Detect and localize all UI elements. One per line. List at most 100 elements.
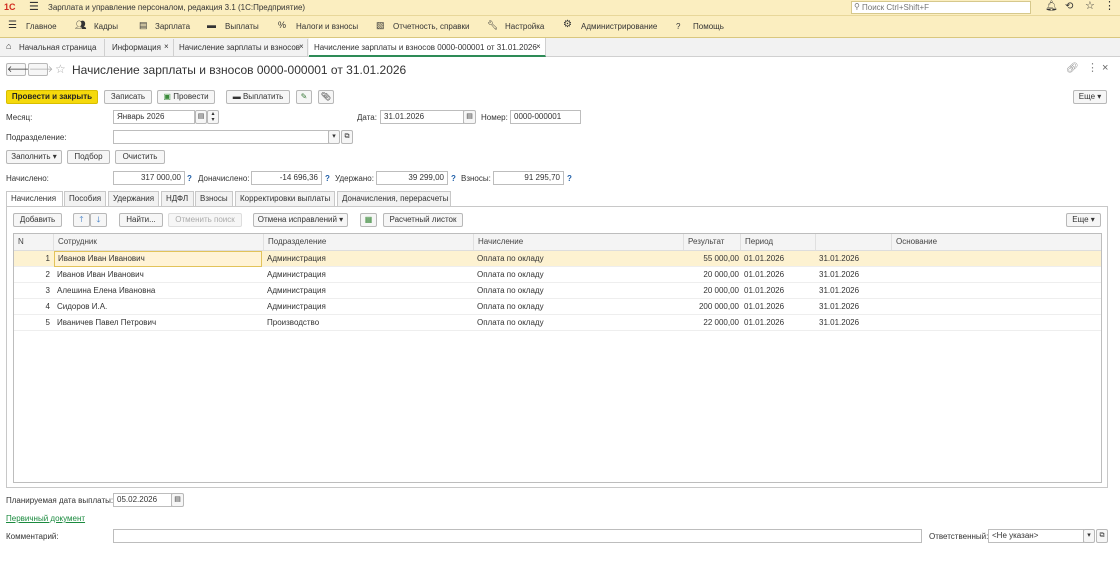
tab-recalculations[interactable]: Доначисления, перерасчеты xyxy=(337,191,451,206)
date-calendar-button[interactable]: ▤ xyxy=(463,110,476,124)
primary-document-link[interactable]: Первичный документ xyxy=(6,515,85,523)
menu-item-payments[interactable]: Выплаты xyxy=(225,23,259,31)
cancel-search-button[interactable]: Отменить поиск xyxy=(168,213,242,227)
attach-button[interactable]: 📎︎ xyxy=(318,90,334,104)
tab-payroll-doc[interactable]: Начисление зарплаты и взносов 0000-00000… xyxy=(309,38,546,57)
table-row[interactable]: 5 Иваничев Павел Петрович Производство О… xyxy=(14,315,1101,331)
col-period[interactable]: Период xyxy=(741,234,816,250)
responsible-field[interactable]: <Не указан> xyxy=(988,529,1084,543)
responsible-dropdown-button[interactable]: ▾ xyxy=(1083,529,1095,543)
close-icon[interactable]: × xyxy=(164,43,169,51)
col-employee[interactable]: Сотрудник xyxy=(54,234,264,250)
accrued-label: Начислено: xyxy=(6,174,49,183)
menu-item-main[interactable]: Главное xyxy=(26,23,57,31)
tab-payroll-list[interactable]: Начисление зарплаты и взносов × xyxy=(175,39,308,56)
table-row[interactable]: 1 Иванов Иван Иванович Администрация Опл… xyxy=(14,251,1101,267)
post-and-close-button[interactable]: Провести и закрыть xyxy=(6,90,98,104)
add-row-button[interactable]: Добавить xyxy=(13,213,62,227)
table-settings-button[interactable]: ▦ xyxy=(360,213,377,227)
table-row[interactable]: 4 Сидоров И.А. Администрация Оплата по о… xyxy=(14,299,1101,315)
post-button[interactable]: ▣ Провести xyxy=(157,90,215,104)
col-n[interactable]: N xyxy=(14,234,54,250)
menu-item-salary[interactable]: Зарплата xyxy=(155,23,190,31)
hamburger-icon[interactable]: ☰ xyxy=(29,2,39,13)
col-result[interactable]: Результат xyxy=(684,234,741,250)
pay-date-calendar-button[interactable]: ▤ xyxy=(171,493,184,507)
pencil-icon: ✎ xyxy=(300,92,308,101)
bell-icon[interactable]: 🔔︎ xyxy=(1045,2,1058,12)
cell-division: Администрация xyxy=(267,302,326,311)
more-vertical-icon[interactable]: ⋮ xyxy=(1087,63,1098,74)
tab-pay-corrections[interactable]: Корректировки выплаты xyxy=(235,191,335,206)
menu-item-settings[interactable]: Настройка xyxy=(505,23,544,31)
menu-icon[interactable]: ☰ xyxy=(8,21,17,31)
more-button[interactable]: Еще ▾ xyxy=(1073,90,1107,104)
menu-item-taxes[interactable]: Налоги и взносы xyxy=(296,23,358,31)
col-division[interactable]: Подразделение xyxy=(264,234,474,250)
tab-info[interactable]: Информация × xyxy=(106,39,174,56)
history-icon[interactable]: ⟲ xyxy=(1065,2,1073,12)
tab-contributions[interactable]: Взносы xyxy=(195,191,233,206)
withheld-help-icon[interactable]: ? xyxy=(451,175,456,183)
pay-button[interactable]: ▬ Выплатить xyxy=(226,90,290,104)
more-vertical-icon[interactable]: ⋮ xyxy=(1104,1,1115,12)
tab-ndfl[interactable]: НДФЛ xyxy=(161,191,194,206)
accrued-help-icon[interactable]: ? xyxy=(187,175,192,183)
month-calendar-button[interactable]: ▤ xyxy=(195,110,207,124)
comment-field[interactable] xyxy=(113,529,922,543)
pay-date-field[interactable]: 05.02.2026 xyxy=(113,493,172,507)
division-field[interactable] xyxy=(113,130,329,144)
close-icon[interactable]: × xyxy=(536,43,541,51)
payslip-button[interactable]: Расчетный листок xyxy=(383,213,463,227)
global-search[interactable]: ⚲ xyxy=(851,1,1031,14)
responsible-open-button[interactable]: ⧉ xyxy=(1096,529,1108,543)
menu-item-reports[interactable]: Отчетность, справки xyxy=(393,23,470,31)
cancel-fix-button[interactable]: Отмена исправлений ▾ xyxy=(253,213,348,227)
find-button[interactable]: Найти... xyxy=(119,213,163,227)
menu-item-help[interactable]: Помощь xyxy=(693,23,724,31)
additional-help-icon[interactable]: ? xyxy=(325,175,330,183)
close-icon[interactable]: × xyxy=(1102,63,1108,74)
salary-icon: ▤ xyxy=(139,20,148,30)
menu-item-staff[interactable]: Кадры xyxy=(94,23,118,31)
menu-item-admin[interactable]: Администрирование xyxy=(581,23,657,31)
clear-button[interactable]: Очистить xyxy=(115,150,165,164)
fill-button[interactable]: Заполнить ▾ xyxy=(6,150,62,164)
wrench-icon: 🔧︎ xyxy=(487,20,499,30)
tab-label: Начисление зарплаты и взносов 0000-00000… xyxy=(314,43,537,52)
title-bar: 1С ☰ Зарплата и управление персоналом, р… xyxy=(0,0,1120,16)
date-field[interactable]: 31.01.2026 xyxy=(380,110,464,124)
close-icon[interactable]: × xyxy=(299,43,304,51)
month-stepper[interactable]: ▴ ▾ xyxy=(207,110,219,124)
move-up-button[interactable]: 🡑 xyxy=(73,213,90,227)
month-field[interactable]: Январь 2026 xyxy=(113,110,195,124)
edit-button[interactable]: ✎ xyxy=(296,90,312,104)
back-button[interactable]: 🡐 xyxy=(6,63,31,76)
forward-button[interactable]: 🡒 xyxy=(28,63,53,76)
col-basis[interactable]: Основание xyxy=(892,234,1101,250)
col-accrual[interactable]: Начисление xyxy=(474,234,684,250)
table-row[interactable]: 3 Алешина Елена Ивановна Администрация О… xyxy=(14,283,1101,299)
tab-accruals[interactable]: Начисления xyxy=(6,191,63,207)
cell-employee[interactable]: Иванов Иван Иванович xyxy=(54,251,262,267)
search-input[interactable] xyxy=(862,2,1027,13)
tab-deductions[interactable]: Удержания xyxy=(108,191,159,206)
cell-result: 20 000,00 xyxy=(703,270,739,279)
table-row[interactable]: 2 Иванов Иван Иванович Администрация Опл… xyxy=(14,267,1101,283)
contrib-help-icon[interactable]: ? xyxy=(567,175,572,183)
link-icon[interactable]: 🔗︎ xyxy=(1066,64,1079,74)
division-dropdown-button[interactable]: ▾ xyxy=(328,130,340,144)
table-more-button[interactable]: Еще ▾ xyxy=(1066,213,1101,227)
number-field[interactable]: 0000-000001 xyxy=(510,110,581,124)
cell-division: Администрация xyxy=(267,270,326,279)
select-button[interactable]: Подбор xyxy=(67,150,110,164)
save-button[interactable]: Записать xyxy=(104,90,152,104)
star-icon[interactable]: ☆ xyxy=(1085,1,1095,12)
tab-benefits[interactable]: Пособия xyxy=(64,191,106,206)
pay-date-label: Планируемая дата выплаты: xyxy=(6,496,114,505)
division-open-button[interactable]: ⧉ xyxy=(341,130,353,144)
col-period-end[interactable] xyxy=(816,234,892,250)
move-down-button[interactable]: 🡓 xyxy=(90,213,107,227)
tab-home[interactable]: ⌂ Начальная страница xyxy=(0,39,105,56)
favorite-star-icon[interactable]: ☆ xyxy=(55,63,66,75)
